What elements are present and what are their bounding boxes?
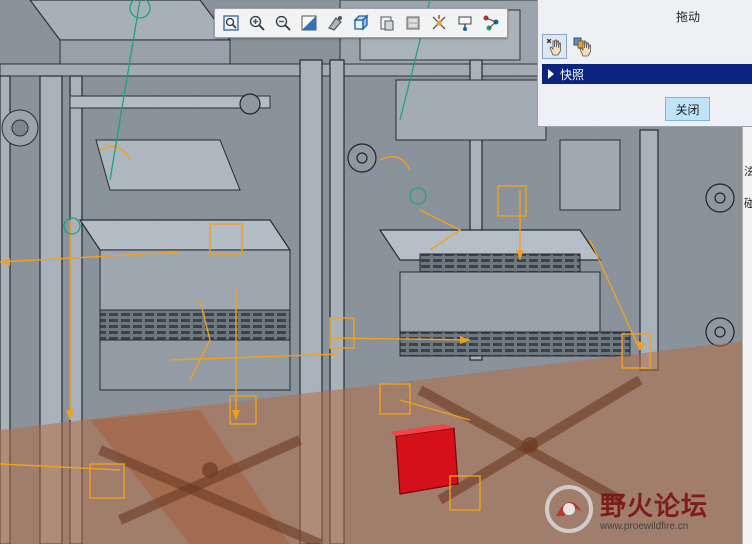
watermark-logo-icon: [545, 485, 593, 533]
model-tree-panel-edge: 泫 碰: [742, 127, 752, 544]
zoom-in-icon: [249, 15, 265, 31]
application-window: 拖动 快照 关闭 泫 碰 野火论坛 www.proewildfire.cn: [0, 0, 752, 544]
spin-center-button[interactable]: [453, 11, 477, 35]
view-toolbar: [214, 8, 508, 38]
section-icon: [406, 16, 420, 30]
snapshot-label: 快照: [560, 67, 585, 82]
point-drag-hand-icon: [546, 38, 561, 55]
dialog-toolbar: [542, 34, 595, 59]
section-button[interactable]: [401, 11, 425, 35]
snapshot-section-header[interactable]: 快照: [542, 64, 752, 84]
point-drag-button[interactable]: [542, 34, 567, 59]
annotation-display-button[interactable]: [479, 11, 503, 35]
display-style-button[interactable]: [323, 11, 347, 35]
close-button[interactable]: 关闭: [665, 97, 710, 121]
panel-text-fragment: 碰: [744, 198, 752, 210]
forum-watermark: 野火论坛 www.proewildfire.cn: [542, 478, 742, 540]
saved-views-button[interactable]: [349, 11, 373, 35]
saved-views-icon: [353, 14, 369, 31]
zoom-fit-icon: [223, 15, 239, 31]
dialog-title: 拖动: [538, 0, 752, 33]
zoom-out-button[interactable]: [271, 11, 295, 35]
selected-component[interactable]: [390, 424, 459, 495]
repaint-icon: [301, 15, 317, 31]
drag-dialog: 拖动 快照 关闭: [537, 0, 752, 127]
expand-arrow-icon: [548, 69, 554, 79]
zoom-in-button[interactable]: [245, 11, 269, 35]
repaint-button[interactable]: [297, 11, 321, 35]
body-drag-hand-icon: [573, 37, 591, 56]
display-style-icon: [328, 16, 342, 31]
zoom-out-icon: [275, 15, 291, 31]
spin-center-icon: [458, 16, 472, 31]
view-manager-button[interactable]: [375, 11, 399, 35]
panel-text-fragment: 泫: [744, 166, 752, 178]
zoom-fit-button[interactable]: [219, 11, 243, 35]
view-manager-icon: [380, 16, 394, 31]
annotation-display-icon: [483, 15, 499, 31]
datum-display-button[interactable]: [427, 11, 451, 35]
datum-display-icon: [432, 15, 446, 30]
body-drag-button[interactable]: [570, 34, 595, 59]
watermark-url: www.proewildfire.cn: [600, 521, 689, 532]
watermark-title: 野火论坛: [600, 492, 709, 522]
